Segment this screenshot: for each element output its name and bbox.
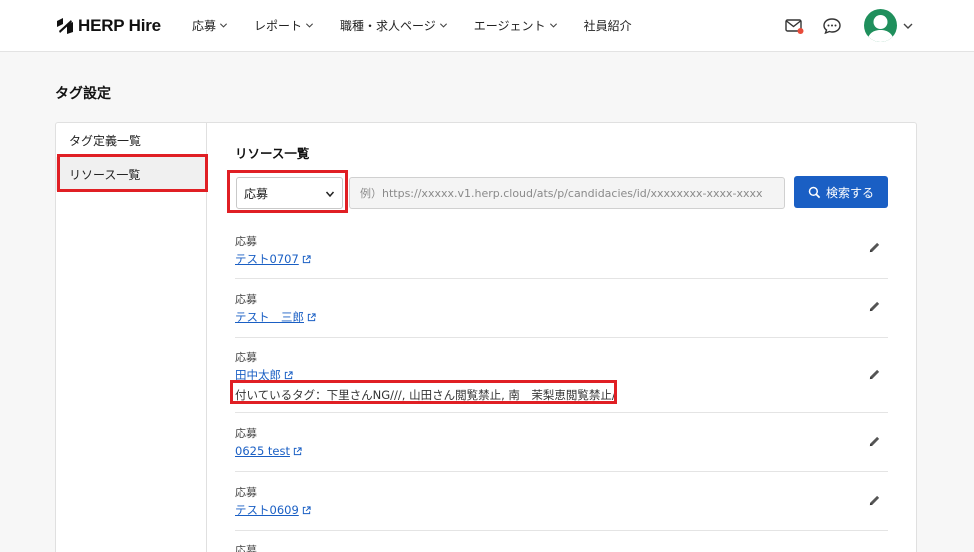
external-link-icon	[302, 254, 311, 263]
list-item: 応募 テスト0609	[235, 472, 888, 531]
resource-type-label: 応募	[235, 427, 257, 440]
resource-link[interactable]: テスト0707	[235, 251, 311, 267]
resource-type-label: 応募	[235, 293, 257, 306]
section-title: リソース一覧	[235, 146, 310, 161]
external-link-icon	[284, 370, 293, 379]
edit-pencil-icon[interactable]	[868, 368, 881, 381]
chevron-down-icon	[305, 23, 314, 28]
sidebar-item-tag-definitions[interactable]: タグ定義一覧	[56, 123, 206, 157]
highlight-type-select	[227, 170, 348, 213]
chevron-down-icon	[219, 23, 228, 28]
user-avatar[interactable]	[864, 9, 897, 42]
top-header: HERP Hire 応募 レポート 職種・求人ページ エージェント 社員紹介	[0, 0, 974, 52]
nav-label: エージェント	[473, 19, 546, 33]
resource-link-text: テスト0609	[235, 503, 299, 517]
external-link-icon	[307, 312, 316, 321]
search-button[interactable]: 検索する	[794, 176, 888, 208]
search-icon	[808, 186, 821, 198]
resource-type-label: 応募	[235, 486, 257, 499]
list-item: 応募 テスト 三郎	[235, 279, 888, 338]
edit-pencil-icon[interactable]	[868, 241, 881, 254]
herp-hire-logo[interactable]: HERP Hire	[56, 15, 161, 37]
chevron-down-icon	[549, 23, 557, 28]
edit-pencil-icon[interactable]	[868, 300, 881, 313]
nav-item-agents[interactable]: エージェント	[474, 17, 558, 34]
nav-label: レポート	[254, 19, 303, 33]
chevron-down-icon[interactable]	[902, 20, 914, 32]
resource-link[interactable]: テスト 三郎	[235, 309, 316, 325]
list-item: 応募	[235, 531, 888, 552]
resource-type-label: 応募	[235, 235, 257, 248]
nav-label: 職種・求人ページ	[340, 19, 436, 33]
nav-item-referrals[interactable]: 社員紹介	[584, 17, 632, 34]
nav-item-jobs[interactable]: 職種・求人ページ	[340, 17, 448, 34]
resource-link-text: テスト0707	[235, 252, 299, 266]
nav-item-reports[interactable]: レポート	[254, 17, 314, 34]
main-nav: 応募 レポート 職種・求人ページ エージェント 社員紹介	[192, 17, 658, 34]
external-link-icon	[302, 505, 311, 514]
list-item: 応募 テスト0707	[235, 220, 888, 279]
mail-icon[interactable]	[784, 16, 804, 36]
edit-pencil-icon[interactable]	[868, 494, 881, 507]
search-button-label: 検索する	[825, 185, 874, 200]
resource-link[interactable]: テスト0609	[235, 502, 311, 518]
herp-logo-icon	[57, 18, 73, 34]
nav-label: 社員紹介	[583, 19, 632, 33]
resource-type-label: 応募	[235, 544, 257, 552]
logo-text: HERP Hire	[78, 16, 161, 35]
chat-icon[interactable]	[822, 16, 842, 36]
highlight-attached-tags	[230, 380, 617, 404]
resource-link[interactable]: 0625 test	[235, 444, 302, 458]
user-icon	[867, 15, 894, 42]
resource-link-text: 0625 test	[235, 444, 291, 458]
page-title: タグ設定	[55, 86, 111, 102]
nav-label: 応募	[192, 19, 217, 33]
nav-item-applications[interactable]: 応募	[192, 17, 228, 34]
list-item: 応募 0625 test	[235, 413, 888, 472]
url-search-input[interactable]	[349, 177, 785, 209]
resource-type-label: 応募	[235, 351, 257, 364]
highlight-sidebar-resources	[57, 154, 208, 192]
chevron-down-icon	[439, 23, 447, 28]
edit-pencil-icon[interactable]	[868, 435, 881, 448]
resource-link-text: テスト 三郎	[235, 310, 304, 324]
external-link-icon	[293, 446, 302, 455]
